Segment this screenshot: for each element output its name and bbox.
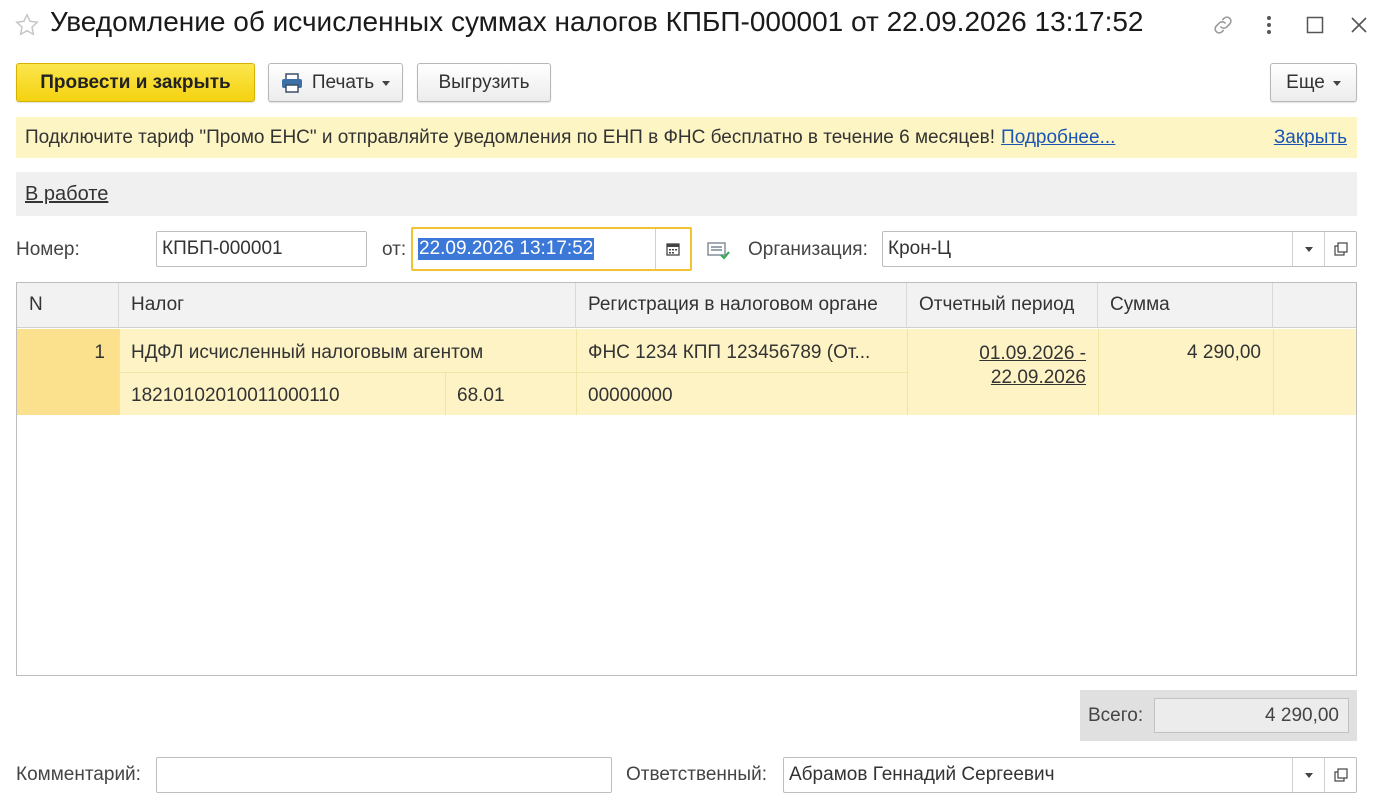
open-icon[interactable] xyxy=(1324,758,1356,792)
document-check-icon[interactable] xyxy=(706,238,732,262)
date-field[interactable]: 22.09.2026 13:17:52 xyxy=(411,227,692,271)
totals-label: Всего: xyxy=(1088,705,1144,726)
maximize-icon[interactable] xyxy=(1302,12,1328,38)
totals-panel: Всего: 4 290,00 xyxy=(1080,690,1357,741)
star-icon[interactable] xyxy=(14,12,40,38)
promo-banner: Подключите тариф "Промо ЕНС" и отправляй… xyxy=(16,117,1357,158)
organization-label: Организация: xyxy=(748,239,868,260)
comment-label: Комментарий: xyxy=(16,764,141,785)
dropdown-chevron-icon[interactable] xyxy=(1292,232,1324,266)
reporting-period-link[interactable]: 01.09.2026 - 22.09.2026 xyxy=(907,342,1086,390)
banner-more-link[interactable]: Подробнее... xyxy=(1001,127,1115,149)
column-header-tax[interactable]: Налог xyxy=(119,283,576,328)
date-label: от: xyxy=(382,239,407,260)
registration[interactable]: ФНС 1234 КПП 123456789 (От... xyxy=(588,342,870,364)
dropdown-chevron-icon[interactable] xyxy=(1292,758,1324,792)
totals-value: 4 290,00 xyxy=(1154,698,1349,733)
calendar-icon[interactable] xyxy=(655,229,690,269)
close-icon[interactable] xyxy=(1346,12,1372,38)
banner-close-link[interactable]: Закрыть xyxy=(1274,127,1347,149)
status-bar: В работе xyxy=(16,172,1357,216)
more-button[interactable]: Еще xyxy=(1270,63,1357,102)
post-and-close-button[interactable]: Провести и закрыть xyxy=(16,63,255,102)
responsible-field[interactable]: Абрамов Геннадий Сергеевич xyxy=(783,757,1357,793)
oktmo-code[interactable]: 00000000 xyxy=(588,385,673,407)
row-sum[interactable]: 4 290,00 xyxy=(1098,342,1261,364)
chevron-down-icon xyxy=(382,81,391,86)
kbk-code[interactable]: 18210102010011000110 xyxy=(131,385,340,407)
column-header-n[interactable]: N xyxy=(17,283,119,328)
banner-text: Подключите тариф "Промо ЕНС" и отправляй… xyxy=(25,126,996,148)
column-header-extra xyxy=(1273,283,1356,328)
column-header-period[interactable]: Отчетный период xyxy=(907,283,1098,328)
window-title: Уведомление об исчисленных суммах налого… xyxy=(50,6,1144,37)
number-field[interactable]: КПБП-000001 xyxy=(156,231,367,267)
status-link[interactable]: В работе xyxy=(25,183,108,206)
column-header-registration[interactable]: Регистрация в налоговом органе xyxy=(576,283,907,328)
export-button[interactable]: Выгрузить xyxy=(417,63,551,102)
open-icon[interactable] xyxy=(1324,232,1356,266)
chevron-down-icon xyxy=(1332,81,1341,86)
link-icon[interactable] xyxy=(1210,12,1236,38)
comment-field[interactable] xyxy=(156,757,612,793)
print-button[interactable]: Печать xyxy=(268,63,403,102)
responsible-label: Ответственный: xyxy=(626,764,767,785)
tax-table: N Налог Регистрация в налоговом органе О… xyxy=(16,282,1357,676)
account-code[interactable]: 68.01 xyxy=(457,385,505,407)
number-label: Номер: xyxy=(16,239,80,260)
more-vertical-icon[interactable] xyxy=(1256,12,1282,38)
tax-name[interactable]: НДФЛ исчисленный налоговым агентом xyxy=(131,342,483,364)
organization-field[interactable]: Крон-Ц xyxy=(882,231,1357,267)
printer-icon xyxy=(281,72,303,93)
column-header-sum[interactable]: Сумма xyxy=(1098,283,1273,328)
row-number: 1 xyxy=(94,342,105,363)
